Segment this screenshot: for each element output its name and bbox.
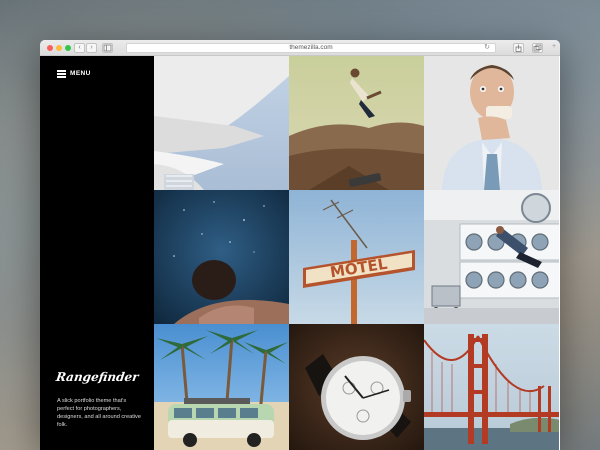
minimize-window-button[interactable] [56, 44, 62, 51]
site-sidebar: MENU Rangefinder A slick portfolio theme… [40, 56, 154, 450]
site-logo[interactable]: Rangefinder [55, 370, 140, 384]
menu-label: MENU [70, 70, 91, 77]
close-window-button[interactable] [47, 44, 53, 51]
browser-window: ‹ › themezilla.com ↻ + MENU Rangefinder … [40, 40, 560, 450]
chevron-left-icon: ‹ [78, 44, 81, 51]
portfolio-item-jump[interactable] [289, 56, 424, 190]
hamburger-icon [57, 70, 66, 78]
portfolio-item-watch[interactable] [289, 324, 424, 450]
chevron-right-icon: › [90, 44, 93, 51]
address-bar[interactable]: themezilla.com ↻ [126, 43, 496, 53]
back-button[interactable]: ‹ [74, 43, 85, 53]
url-text: themezilla.com [289, 44, 333, 51]
sidebar-icon [103, 44, 112, 52]
share-icon [515, 44, 522, 52]
portfolio-item-motel[interactable]: MOTEL [289, 190, 424, 324]
website-content: MENU Rangefinder A slick portfolio theme… [40, 56, 560, 450]
portfolio-item-portrait[interactable] [424, 56, 559, 190]
reload-icon[interactable]: ↻ [484, 44, 490, 52]
sidebar-toggle-button[interactable] [102, 43, 113, 53]
forward-button[interactable]: › [86, 43, 97, 53]
menu-button[interactable]: MENU [57, 70, 91, 78]
portfolio-grid: MOTEL [154, 56, 560, 450]
portfolio-item-underwater[interactable] [154, 190, 289, 324]
new-tab-button[interactable]: + [549, 43, 559, 53]
portfolio-item-beach[interactable] [154, 324, 289, 450]
browser-toolbar: ‹ › themezilla.com ↻ + [40, 40, 560, 56]
tabs-button[interactable] [532, 43, 543, 53]
site-tagline: A slick portfolio theme that's perfect f… [57, 398, 141, 428]
portfolio-item-bridge[interactable] [424, 324, 559, 450]
portfolio-item-laundromat[interactable] [424, 190, 559, 324]
portfolio-item-architecture[interactable] [154, 56, 289, 190]
share-button[interactable] [513, 43, 524, 53]
tabs-icon [533, 44, 542, 52]
zoom-window-button[interactable] [65, 44, 71, 51]
